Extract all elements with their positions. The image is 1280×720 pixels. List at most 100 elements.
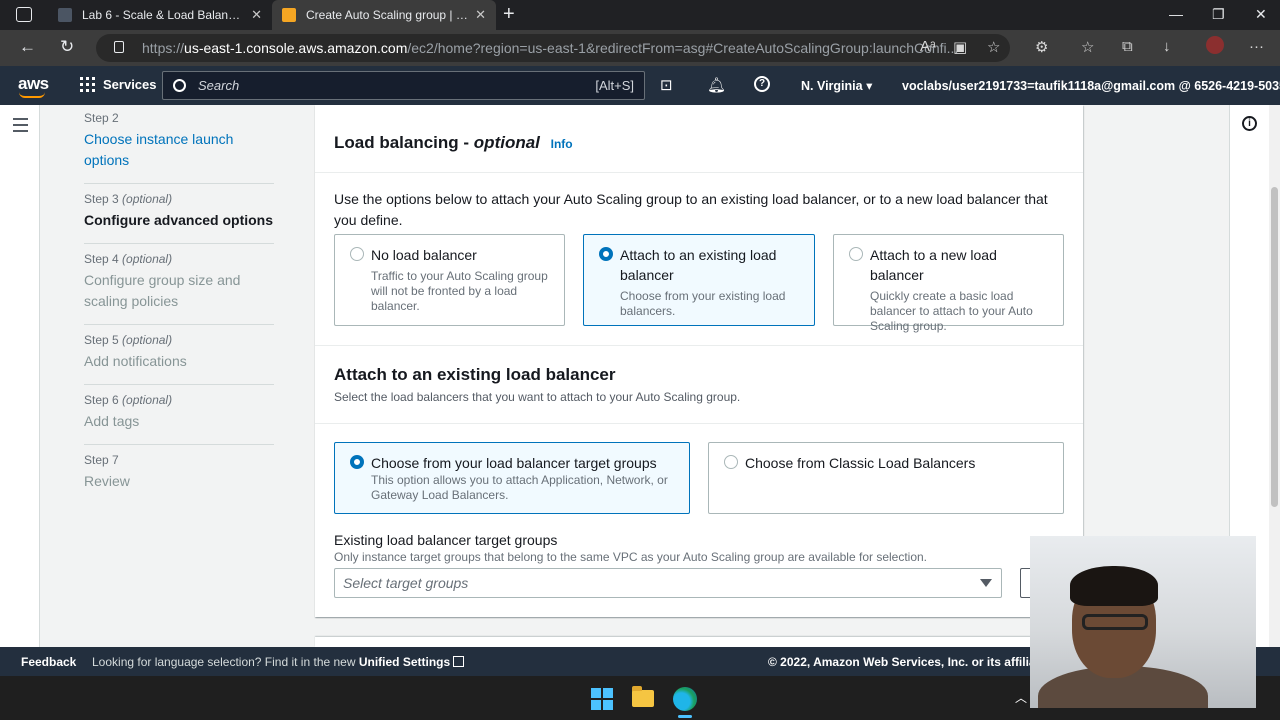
url-path: /ec2/home?region=us-east-1&redirectFrom=… bbox=[407, 40, 959, 56]
reload-icon[interactable]: ↻ bbox=[60, 37, 74, 57]
step-number: Step 2 bbox=[84, 111, 119, 125]
services-menu-button[interactable]: Services bbox=[80, 77, 157, 92]
step-4: Step 4 (optional) Configure group size a… bbox=[84, 244, 274, 325]
search-shortcut: [Alt+S] bbox=[595, 78, 634, 93]
chevron-down-icon bbox=[980, 579, 992, 587]
webcam-overlay bbox=[1030, 536, 1256, 708]
radio-button[interactable] bbox=[350, 247, 364, 261]
extensions-icon[interactable]: ⚙ bbox=[1035, 38, 1048, 56]
minimize-icon[interactable]: — bbox=[1169, 6, 1183, 22]
url-field[interactable]: https://us-east-1.console.aws.amazon.com… bbox=[96, 34, 1010, 62]
panel-title-optional: optional bbox=[473, 133, 540, 152]
option-no-load-balancer[interactable]: No load balancer Traffic to your Auto Sc… bbox=[334, 234, 565, 326]
read-aloud-icon[interactable]: A͏ᵃ bbox=[920, 38, 936, 55]
step-title: Configure group size and scaling policie… bbox=[84, 272, 241, 309]
edge-browser-icon[interactable] bbox=[673, 687, 697, 711]
section-divider bbox=[315, 345, 1083, 346]
browser-tab-lab6[interactable]: Lab 6 - Scale & Load Balance your ✕ bbox=[48, 0, 272, 30]
option-classic-load-balancers[interactable]: Choose from Classic Load Balancers bbox=[708, 442, 1064, 514]
window-close-icon[interactable]: ✕ bbox=[1255, 6, 1267, 23]
aws-console-nav: aws Services Search [Alt+S] ⊡ 🔔︎ ? N. Vi… bbox=[0, 66, 1280, 105]
tab-actions-icon[interactable] bbox=[16, 7, 32, 22]
region-selector[interactable]: N. Virginia ▾ bbox=[801, 78, 872, 93]
target-groups-label: Existing load balancer target groups bbox=[334, 532, 558, 548]
new-tab-icon[interactable]: + bbox=[503, 3, 515, 26]
back-icon[interactable]: ← bbox=[19, 37, 36, 57]
attach-existing-title: Attach to an existing load balancer bbox=[334, 365, 616, 384]
step-6: Step 6 (optional) Add tags bbox=[84, 385, 274, 445]
step-number: Step 3 (optional) bbox=[84, 192, 173, 206]
step-number: Step 5 (optional) bbox=[84, 333, 173, 347]
search-icon bbox=[173, 79, 186, 92]
favorites-icon[interactable]: ☆ bbox=[1081, 38, 1094, 56]
section-divider bbox=[315, 423, 1083, 424]
notifications-bell-icon[interactable]: 🔔︎ bbox=[707, 76, 726, 94]
file-explorer-icon[interactable] bbox=[632, 686, 654, 707]
lock-icon bbox=[114, 41, 124, 53]
option-description: This option allows you to attach Applica… bbox=[371, 473, 668, 502]
info-panel-icon[interactable]: i bbox=[1242, 116, 1257, 131]
load-balancing-description: Use the options below to attach your Aut… bbox=[334, 191, 1048, 228]
panel-header: Load balancing - optional Info bbox=[315, 105, 1083, 173]
tab-favicon-icon bbox=[282, 8, 296, 22]
step-title: Review bbox=[84, 473, 130, 489]
maximize-icon[interactable]: ❐ bbox=[1212, 6, 1225, 23]
step-title-current: Configure advanced options bbox=[84, 212, 274, 228]
step-link-choose-instance[interactable]: Choose instance launch options bbox=[84, 129, 274, 171]
unified-settings-link[interactable]: Unified Settings bbox=[359, 655, 450, 669]
tab-label: Lab 6 - Scale & Load Balance your bbox=[82, 8, 245, 22]
radio-button-selected[interactable] bbox=[350, 455, 364, 469]
search-placeholder: Search bbox=[198, 78, 240, 93]
windows-start-icon[interactable] bbox=[591, 688, 613, 710]
collections-icon[interactable]: ⧉ bbox=[1122, 38, 1133, 55]
option-description: Quickly create a basic load balancer to … bbox=[870, 289, 1033, 333]
url-host: us-east-1.console.aws.amazon.com bbox=[184, 40, 408, 56]
info-link[interactable]: Info bbox=[551, 137, 573, 151]
help-icon[interactable]: ? bbox=[754, 76, 770, 92]
option-attach-existing-load-balancer[interactable]: Attach to an existing load balancer Choo… bbox=[583, 234, 815, 326]
profile-avatar[interactable] bbox=[1206, 36, 1224, 54]
target-groups-select[interactable]: Select target groups bbox=[334, 568, 1002, 598]
downloads-icon[interactable]: ↓ bbox=[1163, 38, 1171, 55]
load-balancing-panel: Load balancing - optional Info Use the o… bbox=[315, 105, 1083, 617]
menu-hamburger-icon[interactable] bbox=[13, 118, 28, 136]
feedback-link[interactable]: Feedback bbox=[21, 655, 76, 669]
option-attach-new-load-balancer[interactable]: Attach to a new load balancer Quickly cr… bbox=[833, 234, 1064, 333]
radio-button[interactable] bbox=[724, 455, 738, 469]
copyright-text: © 2022, Amazon Web Services, Inc. or its… bbox=[768, 655, 1057, 669]
external-link-icon bbox=[453, 656, 465, 667]
active-app-indicator bbox=[678, 715, 692, 718]
language-prompt: Looking for language selection? Find it … bbox=[92, 655, 359, 669]
browser-tab-create-asg[interactable]: Create Auto Scaling group | EC2 ✕ bbox=[272, 0, 496, 30]
step-7: Step 7 Review bbox=[84, 445, 274, 504]
step-title: Add tags bbox=[84, 413, 140, 429]
side-navigation bbox=[0, 105, 40, 647]
tab-favicon-icon bbox=[58, 8, 72, 22]
tab-label: Create Auto Scaling group | EC2 bbox=[306, 8, 470, 22]
option-label: Choose from your load balancer target gr… bbox=[371, 455, 657, 471]
cloudshell-icon[interactable]: ⊡ bbox=[660, 76, 673, 94]
favorite-star-icon[interactable]: ☆ bbox=[987, 38, 1000, 56]
tray-chevron-up-icon[interactable]: ︿ bbox=[1015, 689, 1027, 706]
console-search-input[interactable]: Search [Alt+S] bbox=[162, 71, 645, 100]
app-available-icon[interactable]: ▣ bbox=[953, 38, 967, 56]
option-description: Choose from your existing load balancers… bbox=[620, 289, 786, 318]
option-label: Attach to an existing load balancer bbox=[620, 247, 777, 283]
tab-close-icon[interactable]: ✕ bbox=[251, 7, 262, 23]
aws-logo[interactable]: aws bbox=[18, 74, 49, 98]
page-scrollbar[interactable] bbox=[1269, 105, 1280, 647]
account-menu[interactable]: voclabs/user2191733=taufik1118a@gmail.co… bbox=[902, 78, 1280, 93]
browser-tab-strip: Lab 6 - Scale & Load Balance your ✕ Crea… bbox=[0, 0, 1280, 30]
step-3: Step 3 (optional) Configure advanced opt… bbox=[84, 184, 274, 244]
option-target-groups[interactable]: Choose from your load balancer target gr… bbox=[334, 442, 690, 514]
scrollbar-thumb[interactable] bbox=[1271, 187, 1278, 507]
radio-button[interactable] bbox=[849, 247, 863, 261]
option-label: No load balancer bbox=[371, 247, 477, 263]
more-menu-icon[interactable]: ··· bbox=[1249, 38, 1264, 55]
services-label: Services bbox=[103, 77, 157, 92]
tab-close-icon[interactable]: ✕ bbox=[475, 7, 486, 23]
option-description: Traffic to your Auto Scaling group will … bbox=[371, 269, 548, 313]
attach-existing-description: Select the load balancers that you want … bbox=[334, 390, 741, 404]
wizard-steps: Step 2 Choose instance launch options St… bbox=[84, 105, 274, 504]
radio-button-selected[interactable] bbox=[599, 247, 613, 261]
